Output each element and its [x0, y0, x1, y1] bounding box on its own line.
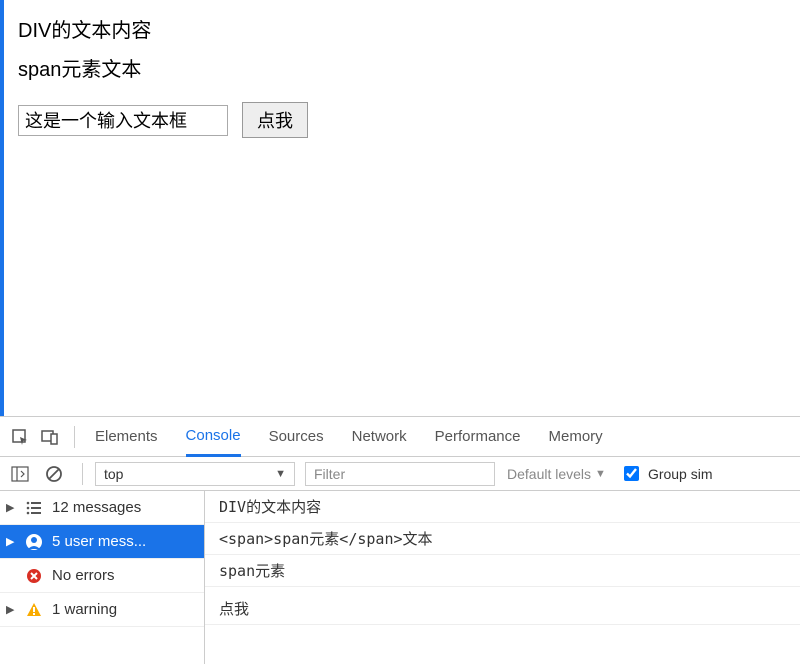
console-sidebar: ▶ 12 messages ▶ 5 user mess... No errors [0, 491, 205, 664]
clear-console-icon[interactable] [40, 460, 68, 488]
inspect-icon[interactable] [6, 423, 34, 451]
sidebar-item-errors[interactable]: No errors [0, 559, 204, 593]
sidebar-item-label: No errors [52, 567, 198, 584]
devtools-panel: Elements Console Sources Network Perform… [0, 416, 800, 664]
log-line[interactable]: DIV的文本内容 [205, 491, 800, 523]
chevron-down-icon: ▼ [595, 468, 606, 480]
tab-sources[interactable]: Sources [269, 417, 324, 456]
separator [74, 426, 75, 448]
context-value: top [104, 466, 123, 482]
filter-input[interactable] [305, 462, 495, 486]
tab-memory[interactable]: Memory [549, 417, 603, 456]
span-text: span元素文本 [18, 53, 786, 82]
error-icon [24, 566, 44, 586]
console-toolbar: top ▼ Default levels ▼ Group sim [0, 457, 800, 491]
separator [82, 463, 83, 485]
sidebar-item-label: 5 user mess... [52, 533, 198, 550]
console-body: ▶ 12 messages ▶ 5 user mess... No errors [0, 491, 800, 664]
sidebar-item-warnings[interactable]: ▶ 1 warning [0, 593, 204, 627]
tab-network[interactable]: Network [352, 417, 407, 456]
tab-performance[interactable]: Performance [435, 417, 521, 456]
devtools-tabstrip: Elements Console Sources Network Perform… [0, 417, 800, 457]
page-content: DIV的文本内容 span元素文本 点我 [0, 0, 800, 416]
chevron-right-icon: ▶ [6, 603, 16, 616]
log-line[interactable]: <span>span元素</span>文本 [205, 523, 800, 555]
sidebar-item-label: 12 messages [52, 499, 198, 516]
tab-elements[interactable]: Elements [95, 417, 158, 456]
toggle-sidebar-icon[interactable] [6, 460, 34, 488]
log-line[interactable]: 点我 [205, 593, 800, 625]
tab-console[interactable]: Console [186, 418, 241, 457]
chevron-right-icon: ▶ [6, 535, 16, 548]
list-icon [24, 498, 44, 518]
levels-label: Default levels [507, 466, 591, 482]
log-line[interactable]: span元素 [205, 555, 800, 587]
chevron-right-icon: ▶ [6, 501, 16, 514]
group-similar-label: Group sim [648, 466, 713, 482]
device-toolbar-icon[interactable] [36, 423, 64, 451]
sidebar-item-label: 1 warning [52, 601, 198, 618]
text-input[interactable] [18, 105, 228, 136]
chevron-down-icon: ▼ [275, 468, 286, 480]
group-similar-checkbox[interactable]: Group sim [620, 463, 713, 484]
click-me-button[interactable]: 点我 [242, 102, 308, 138]
form-row: 点我 [18, 102, 786, 138]
console-log-area[interactable]: DIV的文本内容 <span>span元素</span>文本 span元素 点我 [205, 491, 800, 664]
sidebar-item-messages[interactable]: ▶ 12 messages [0, 491, 204, 525]
warning-icon [24, 600, 44, 620]
log-levels-selector[interactable]: Default levels ▼ [507, 466, 606, 482]
context-selector[interactable]: top ▼ [95, 462, 295, 486]
user-icon [24, 532, 44, 552]
sidebar-item-user-messages[interactable]: ▶ 5 user mess... [0, 525, 204, 559]
div-text: DIV的文本内容 [18, 14, 786, 43]
group-similar-input[interactable] [624, 466, 639, 481]
